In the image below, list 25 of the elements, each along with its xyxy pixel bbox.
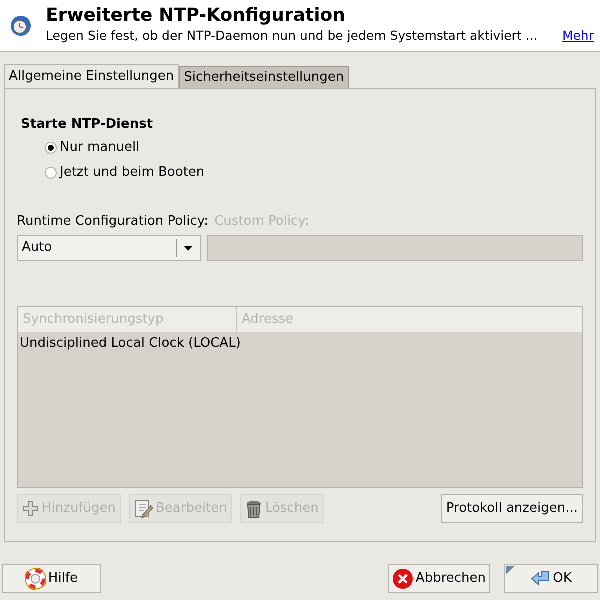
- help-button[interactable]: Hilfe: [2, 564, 101, 593]
- lifebuoy-icon: [25, 568, 46, 590]
- dialog-title: Erweiterte NTP-Konfiguration: [46, 5, 346, 27]
- plus-icon: [22, 500, 40, 518]
- return-arrow-icon: [530, 568, 552, 588]
- cancel-icon: [392, 568, 414, 590]
- policy-dropdown[interactable]: Auto: [17, 235, 201, 261]
- cancel-button[interactable]: Abbrechen: [388, 564, 490, 593]
- radio-button[interactable]: [45, 142, 57, 154]
- ok-button[interactable]: OK: [504, 564, 598, 593]
- policy-label: Runtime Configuration Policy:: [17, 212, 209, 230]
- tab[interactable]: Allgemeine Einstellungen: [4, 64, 180, 88]
- radio-option[interactable]: Nur manuell: [45, 138, 583, 156]
- description-text: Legen Sie fest, ob der NTP-Daemon nun und be jedem Systemstart aktiviert ...: [46, 27, 538, 45]
- radio-button[interactable]: [45, 166, 57, 178]
- custom-policy-field[interactable]: [207, 235, 583, 261]
- log-button[interactable]: Protokoll anzeigen...: [441, 494, 583, 523]
- dropdown-arrow-icon: [184, 246, 193, 250]
- trash-icon: [245, 498, 264, 518]
- group-title: Starte NTP-Dienst: [21, 116, 154, 134]
- tab[interactable]: Sicherheitseinstellungen: [179, 66, 350, 88]
- clock-globe-icon: [10, 15, 32, 37]
- radio-option[interactable]: Jetzt und beim Booten: [45, 164, 583, 182]
- pencil-document-icon: [134, 498, 154, 518]
- more-link[interactable]: Mehr: [562, 27, 594, 46]
